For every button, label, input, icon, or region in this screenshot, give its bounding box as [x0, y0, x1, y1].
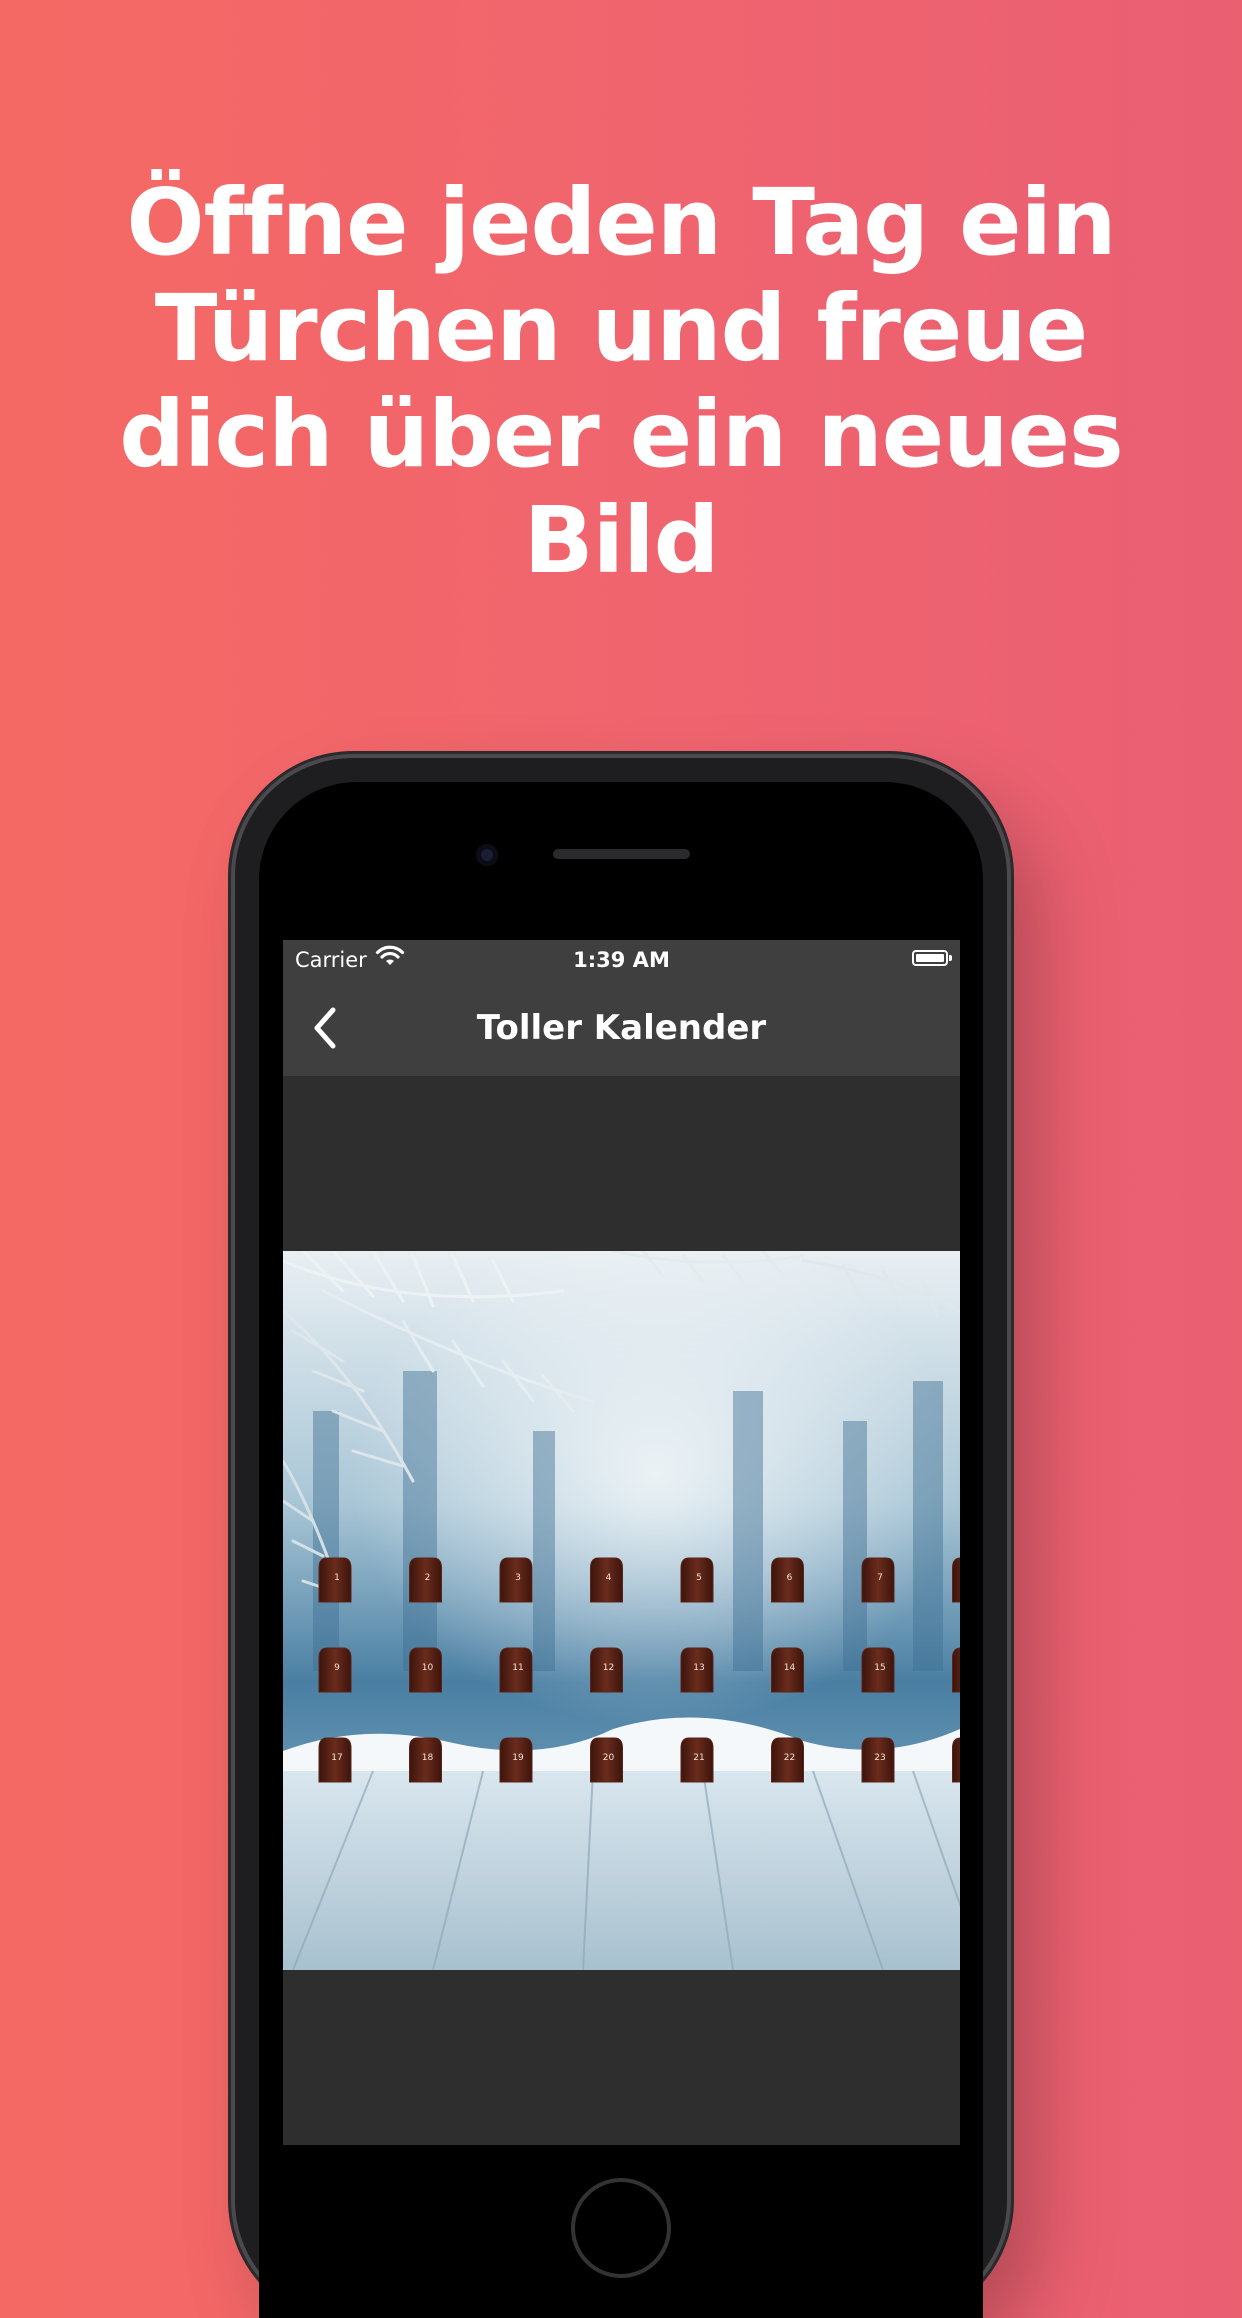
- calendar-door[interactable]: 16: [952, 1647, 961, 1693]
- calendar-door[interactable]: 19: [499, 1737, 533, 1783]
- calendar-door[interactable]: 10: [409, 1647, 442, 1693]
- calendar-door[interactable]: 24: [952, 1737, 961, 1783]
- door-number: 13: [693, 1663, 704, 1673]
- calendar-door[interactable]: 21: [680, 1737, 714, 1783]
- content-spacer-top: [283, 1076, 960, 1251]
- front-camera-icon: [476, 844, 498, 866]
- calendar-door[interactable]: 7: [861, 1557, 895, 1603]
- door-number: 21: [693, 1753, 704, 1763]
- home-button[interactable]: [571, 2178, 671, 2278]
- calendar-door[interactable]: 13: [680, 1647, 714, 1693]
- door-number: 20: [603, 1753, 615, 1763]
- advent-calendar-image: 123456789101112131415161718192021222324: [283, 1251, 960, 1970]
- door-number: 19: [512, 1753, 524, 1763]
- door-number: 22: [784, 1753, 795, 1763]
- door-number: 15: [874, 1663, 885, 1673]
- door-number: 18: [422, 1753, 434, 1763]
- calendar-door[interactable]: 4: [590, 1557, 623, 1603]
- calendar-door[interactable]: 8: [952, 1557, 961, 1603]
- phone-screen: Carrier 1:39 AM Toller Kalender 1 2 3 4 …: [283, 940, 960, 2145]
- door-number: 5: [696, 1573, 702, 1583]
- earpiece-speaker: [553, 849, 690, 859]
- door-panel: [952, 1647, 960, 1693]
- door-number: 23: [874, 1753, 885, 1763]
- door-number: 14: [784, 1663, 796, 1673]
- calendar-door[interactable]: 11: [499, 1647, 533, 1693]
- navigation-bar: Toller Kalender: [283, 980, 960, 1076]
- headline: Öffne jeden Tag ein Türchen und freue di…: [119, 169, 1124, 594]
- calendar-door[interactable]: 14: [771, 1647, 804, 1693]
- wooden-floor: [283, 1771, 960, 1970]
- door-number: 4: [606, 1573, 612, 1583]
- door-number: 1: [334, 1573, 340, 1583]
- calendar-door[interactable]: 2: [409, 1557, 442, 1603]
- door-panel: [952, 1557, 960, 1603]
- calendar-door[interactable]: 22: [771, 1737, 804, 1783]
- status-time: 1:39 AM: [573, 948, 670, 972]
- door-panel: [952, 1737, 960, 1783]
- battery-icon: [912, 950, 952, 966]
- calendar-door[interactable]: 18: [409, 1737, 442, 1783]
- status-bar: Carrier 1:39 AM: [283, 940, 960, 980]
- calendar-door[interactable]: 15: [861, 1647, 895, 1693]
- door-number: 9: [334, 1663, 340, 1673]
- calendar-door[interactable]: 3: [499, 1557, 533, 1603]
- door-number: 7: [877, 1573, 883, 1583]
- door-number: 3: [515, 1573, 521, 1583]
- door-number: 17: [331, 1753, 342, 1763]
- door-number: 11: [512, 1663, 523, 1673]
- door-number: 10: [422, 1663, 434, 1673]
- page-title: Toller Kalender: [476, 1008, 767, 1048]
- door-number: 6: [787, 1573, 793, 1583]
- content-spacer-bottom: [283, 1970, 960, 2145]
- door-number: 12: [603, 1663, 614, 1673]
- calendar-door[interactable]: 5: [680, 1557, 714, 1603]
- calendar-door[interactable]: 9: [318, 1647, 352, 1693]
- calendar-door[interactable]: 1: [318, 1557, 352, 1603]
- calendar-door[interactable]: 12: [590, 1647, 623, 1693]
- calendar-door[interactable]: 17: [318, 1737, 352, 1783]
- calendar-door[interactable]: 23: [861, 1737, 895, 1783]
- door-number: 2: [425, 1573, 431, 1583]
- calendar-door[interactable]: 20: [590, 1737, 623, 1783]
- calendar-door[interactable]: 6: [771, 1557, 804, 1603]
